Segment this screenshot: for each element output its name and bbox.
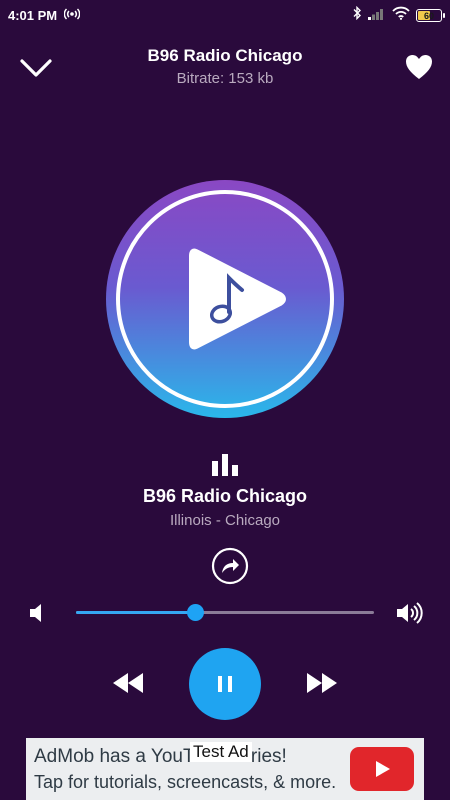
volume-control [0, 598, 450, 628]
ad-banner[interactable]: AdMob has a YouTube series! Tap for tuto… [26, 738, 424, 800]
fast-forward-icon[interactable] [306, 672, 338, 694]
favorite-button[interactable] [404, 52, 434, 82]
test-ad-label: Test Ad [190, 742, 252, 762]
wifi-icon [392, 6, 410, 25]
equalizer-icon [212, 454, 238, 476]
ad-description: Tap for tutorials, screencasts, & more. [34, 772, 337, 792]
volume-low-icon[interactable] [28, 602, 48, 624]
pause-button[interactable] [189, 648, 261, 720]
volume-slider-fill [76, 611, 196, 614]
now-playing-location: Illinois - Chicago [169, 512, 281, 529]
battery-level: 60 [423, 10, 434, 21]
volume-slider-thumb[interactable] [187, 604, 205, 621]
bluetooth-icon [352, 5, 362, 25]
station-title: B96 Radio Chicago [147, 46, 303, 65]
signal-icon [368, 7, 386, 25]
share-icon [211, 547, 249, 585]
station-artwork [106, 180, 344, 418]
rewind-icon[interactable] [112, 672, 144, 694]
heart-icon [406, 55, 432, 79]
playback-controls [0, 648, 450, 720]
status-time: 4:01 PM [8, 8, 58, 23]
volume-high-icon[interactable] [396, 601, 424, 625]
music-note-play-icon [189, 248, 286, 350]
now-playing-title: B96 Radio Chicago [142, 486, 308, 506]
pause-icon [218, 676, 232, 692]
youtube-play-icon [376, 761, 390, 777]
volume-slider[interactable] [76, 604, 374, 621]
bitrate-label: Bitrate: 153 kb [176, 70, 274, 87]
battery-icon: 60 [416, 9, 445, 22]
share-button[interactable] [211, 547, 249, 585]
ad-cta-button[interactable] [350, 747, 414, 791]
hotspot-icon [63, 7, 81, 26]
player-header: B96 Radio Chicago Bitrate: 153 kb [0, 32, 450, 102]
status-bar: 4:01 PM 60 [0, 0, 450, 32]
